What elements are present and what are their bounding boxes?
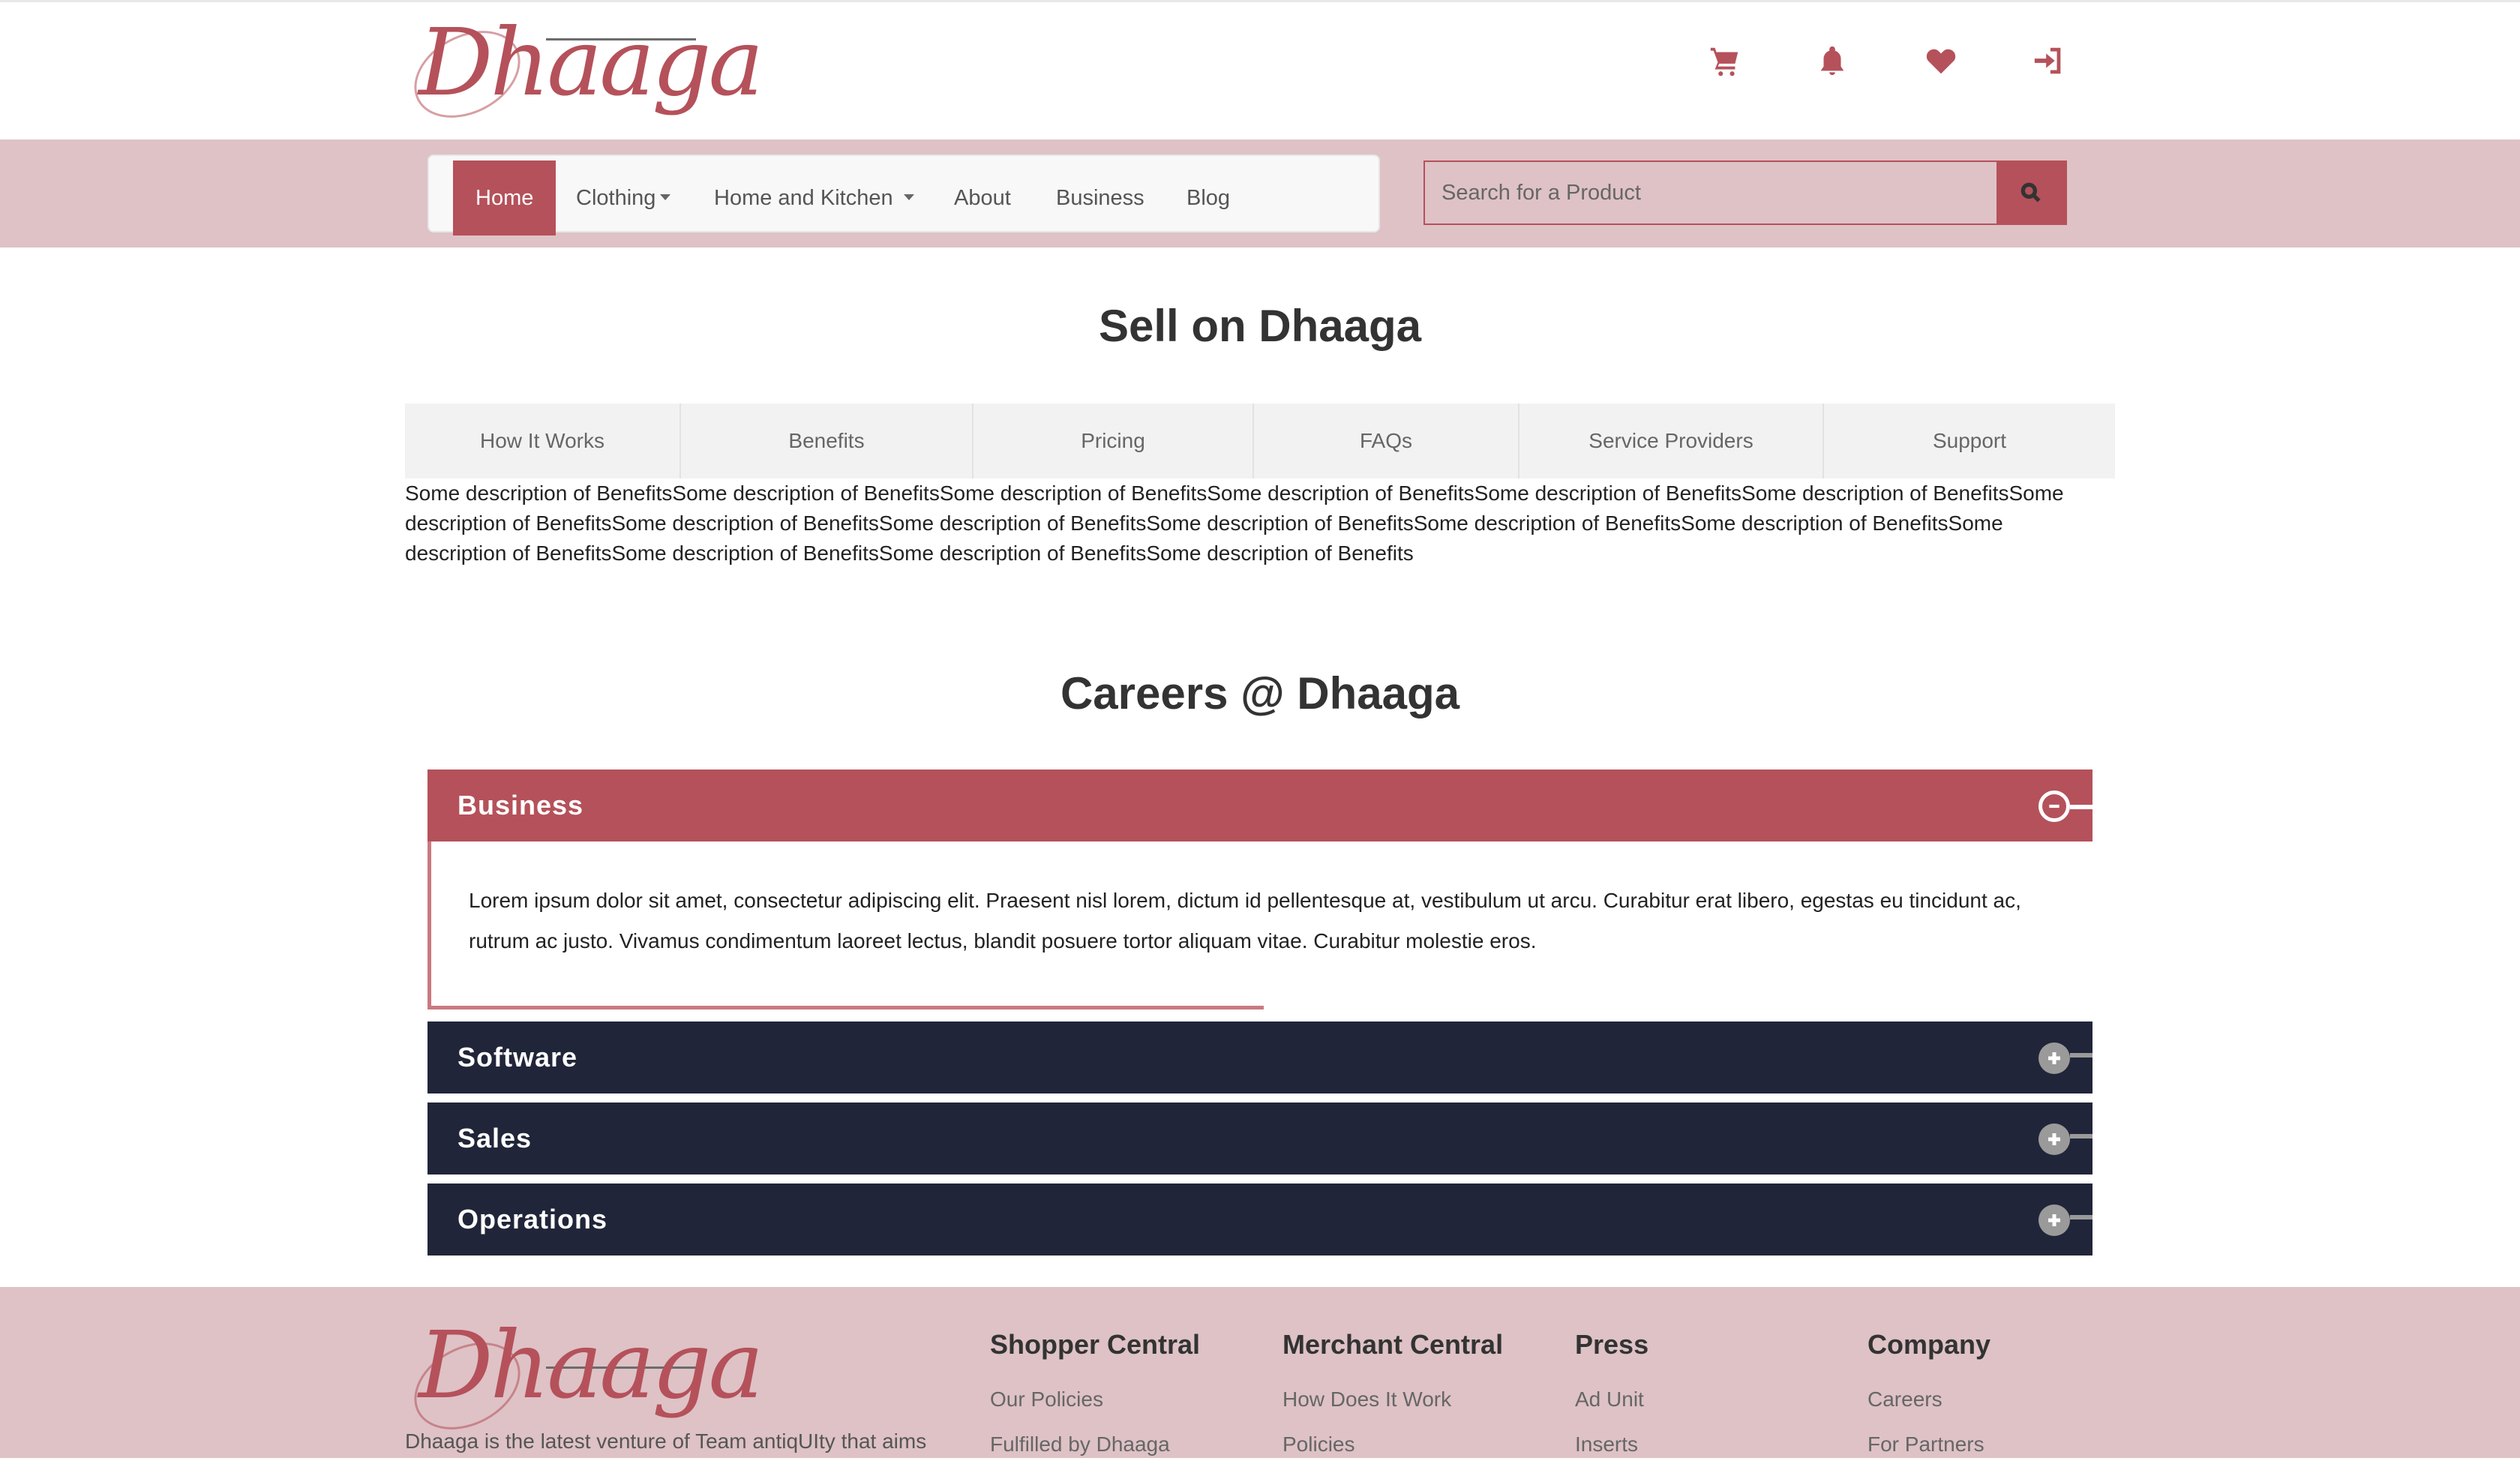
- expand-icon[interactable]: [2038, 1204, 2092, 1236]
- cart-icon[interactable]: [1702, 38, 1748, 83]
- nav-business[interactable]: Business: [1056, 160, 1144, 236]
- main-navbar: Home Clothing Home and Kitchen About Bus…: [428, 154, 1380, 236]
- nav-home-kitchen-label: Home and Kitchen: [714, 186, 893, 210]
- heart-icon[interactable]: [1918, 38, 1964, 83]
- footer-col-merchant-central: Merchant Central How Does It Work Polici…: [1282, 1329, 1503, 1467]
- collapse-icon[interactable]: [2038, 790, 2092, 822]
- tab-description: Some description of BenefitsSome descrip…: [405, 482, 2064, 565]
- footer-link[interactable]: Our Policies: [990, 1377, 1200, 1422]
- nav-home-kitchen[interactable]: Home and Kitchen: [714, 160, 914, 236]
- footer-heading: Press: [1575, 1329, 1649, 1360]
- tab-support[interactable]: Support: [1824, 404, 2115, 478]
- logo-wordmark: Dhaaga: [418, 9, 764, 117]
- footer-link[interactable]: Careers: [1868, 1377, 1990, 1422]
- nav-home[interactable]: Home: [453, 160, 556, 236]
- footer-heading: Merchant Central: [1282, 1329, 1504, 1360]
- accordion-body-text: Lorem ipsum dolor sit amet, consectetur …: [469, 889, 2021, 952]
- tab-benefits[interactable]: Benefits: [681, 404, 974, 478]
- nav-blog[interactable]: Blog: [1186, 160, 1230, 236]
- sell-section-title: Sell on Dhaaga: [1098, 301, 1422, 351]
- accordion-operations: Operations: [428, 1184, 2092, 1256]
- tab-pricing[interactable]: Pricing: [974, 404, 1254, 478]
- chevron-down-icon: [903, 194, 914, 201]
- accordion-header-operations[interactable]: Operations: [428, 1184, 2092, 1256]
- careers-section-title: Careers @ Dhaaga: [1060, 668, 1460, 718]
- footer-col-company: Company Careers For Partners: [1868, 1329, 1990, 1467]
- footer-about-text: Dhaaga is the latest venture of Team ant…: [405, 1430, 927, 1453]
- accordion-sales: Sales: [428, 1102, 2092, 1174]
- accordion-title: Sales: [458, 1123, 532, 1154]
- footer-col-shopper-central: Shopper Central Our Policies Fulfilled b…: [990, 1329, 1200, 1467]
- footer-link[interactable]: How Does It Work: [1282, 1377, 1503, 1422]
- nav-band: Home Clothing Home and Kitchen About Bus…: [0, 140, 2520, 248]
- product-search: [1424, 160, 2067, 225]
- accordion-header-software[interactable]: Software: [428, 1022, 2092, 1094]
- accordion-business: Business Lorem ipsum dolor sit amet, con…: [428, 770, 2092, 1010]
- logo-wordmark: Dhaaga: [418, 1312, 764, 1420]
- accordion-software: Software: [428, 1022, 2092, 1094]
- bell-icon[interactable]: [1810, 38, 1855, 83]
- accordion-header-sales[interactable]: Sales: [428, 1102, 2092, 1174]
- site-header: Dhaaga: [0, 0, 2520, 140]
- search-input[interactable]: [1425, 162, 2000, 224]
- sell-tabs: How It Works Benefits Pricing FAQs Servi…: [405, 404, 2115, 478]
- footer-link[interactable]: For Partners: [1868, 1422, 1990, 1467]
- footer-link[interactable]: Ad Unit: [1575, 1377, 1648, 1422]
- footer-link[interactable]: Policies: [1282, 1422, 1503, 1467]
- accordion-title: Business: [458, 790, 584, 820]
- accordion-panel-business: Lorem ipsum dolor sit amet, consectetur …: [428, 842, 2092, 1010]
- nav-clothing-label: Clothing: [576, 186, 656, 210]
- sign-in-icon[interactable]: [2026, 38, 2072, 83]
- tab-service-providers[interactable]: Service Providers: [1520, 404, 1824, 478]
- footer-link[interactable]: Inserts: [1575, 1422, 1648, 1467]
- accordion-title: Operations: [458, 1204, 608, 1234]
- footer-col-press: Press Ad Unit Inserts: [1575, 1329, 1648, 1467]
- dhaaga-logo[interactable]: Dhaaga: [399, 7, 764, 136]
- tab-how-it-works[interactable]: How It Works: [405, 404, 681, 478]
- tab-faqs[interactable]: FAQs: [1254, 404, 1520, 478]
- accordion-header-business[interactable]: Business: [428, 770, 2092, 842]
- accordion-title: Software: [458, 1042, 578, 1072]
- expand-icon[interactable]: [2038, 1042, 2092, 1074]
- nav-clothing[interactable]: Clothing: [576, 160, 671, 236]
- footer-link[interactable]: Fulfilled by Dhaaga: [990, 1422, 1200, 1467]
- nav-about[interactable]: About: [954, 160, 1011, 236]
- footer-heading: Company: [1868, 1329, 1991, 1360]
- chevron-down-icon: [660, 194, 671, 201]
- footer-heading: Shopper Central: [990, 1329, 1201, 1360]
- footer-logo[interactable]: Dhaaga: [399, 1310, 764, 1448]
- search-icon: [2020, 182, 2041, 202]
- expand-icon[interactable]: [2038, 1124, 2092, 1155]
- site-footer: Dhaaga Dhaaga is the latest venture of T…: [0, 1287, 2520, 1458]
- search-button[interactable]: [1996, 160, 2066, 225]
